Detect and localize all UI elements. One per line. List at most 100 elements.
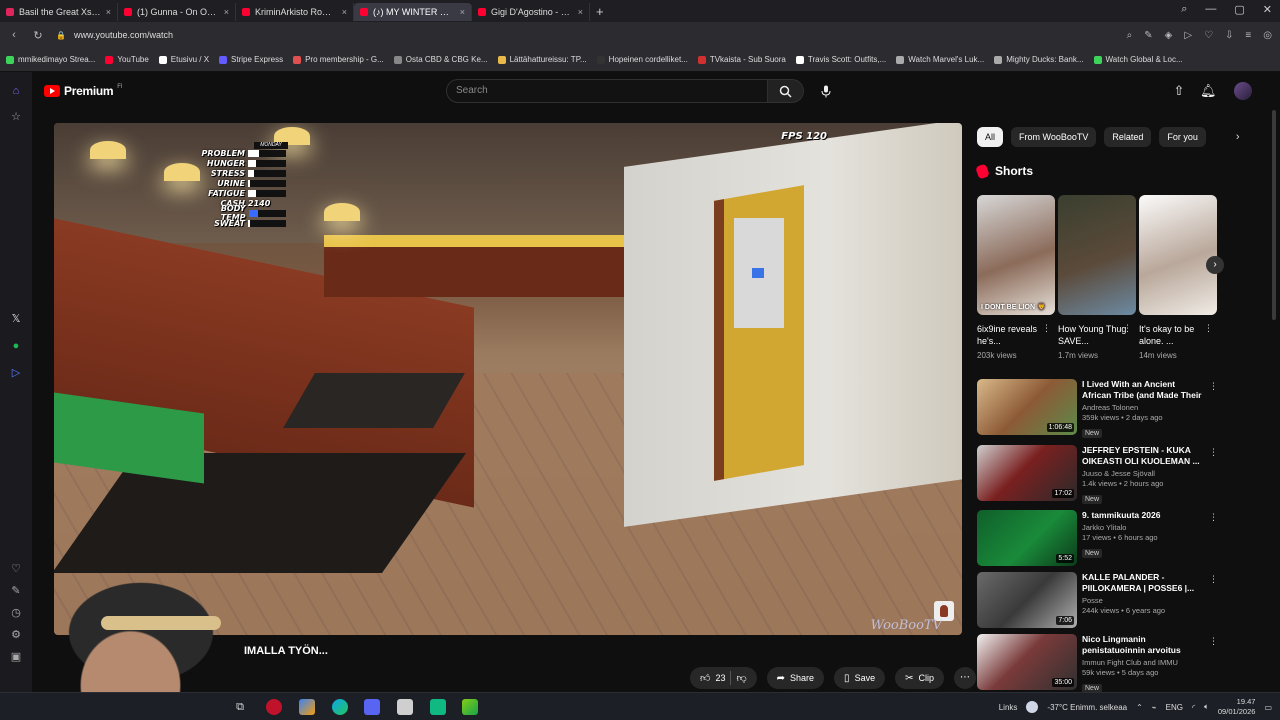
maximize-button[interactable]: ▢ [1234,3,1244,16]
filter-chip[interactable]: From WooBooTV [1011,127,1097,147]
notifications-bell-icon[interactable]: 🔔︎ [1200,83,1217,99]
network-icon[interactable]: ⌁ [1152,703,1157,712]
kebab-menu-icon[interactable]: ⋮ [1209,574,1218,585]
links-toolbar[interactable]: Links [999,703,1018,712]
kebab-menu-icon[interactable]: ⋮ [1209,636,1218,647]
video-card[interactable]: 17:02 JEFFREY EPSTEIN - KUKA OIKEASTI OLI… [977,445,1222,504]
video-title[interactable]: 9. tammikuuta 2026 [1082,510,1206,521]
extensions-icon[interactable]: ▣ [9,650,23,664]
channel-name[interactable]: Andreas Tolonen [1082,403,1206,412]
filter-chip[interactable]: For you [1159,127,1206,147]
short-thumbnail[interactable] [1139,195,1217,315]
video-title[interactable]: Nico Lingmanin penistatuoinnin arvoitus … [1082,634,1206,656]
shield-icon[interactable]: ◈ [1165,30,1173,41]
video-title[interactable]: I Lived With an Ancient African Tribe (a… [1082,379,1206,401]
heart-icon[interactable]: ♡ [1204,30,1213,41]
bookmark-item[interactable]: Mighty Ducks: Bank... [994,55,1084,64]
back-button[interactable]: ‹ [8,29,20,41]
dislike-icon[interactable]: 👎︎ [736,672,746,684]
short-item[interactable]: I DONT BE LION 🦁 6ix9ine reveals he's... 2… [977,195,1055,360]
like-icon[interactable]: 👍︎ [700,672,710,684]
video-thumbnail[interactable]: 1:06:48 [977,379,1077,435]
app-icon[interactable] [397,699,413,715]
channel-name[interactable]: Juuso & Jesse Sjövall [1082,469,1206,478]
channel-name[interactable]: Jarkko Ylitalo [1082,523,1206,532]
browser-tab[interactable]: KriminArkisto Romanien R × [236,3,354,21]
wifi-icon[interactable]: ◜ [1192,703,1195,712]
search-tabs-icon[interactable]: ⌕ [1181,3,1187,16]
edit-icon[interactable]: ✎ [1144,30,1152,41]
spotify-icon[interactable]: ● [9,339,23,353]
scrollbar[interactable] [1272,110,1276,320]
tab-close-icon[interactable]: × [106,7,111,17]
chevron-up-icon[interactable]: ⌃ [1136,703,1143,712]
video-card[interactable]: 1:06:48 I Lived With an Ancient African T… [977,379,1222,438]
voice-search-button[interactable] [814,80,838,102]
zoom-icon[interactable]: ⌕ [1127,30,1133,41]
media-icon[interactable]: ▷ [9,366,23,380]
shorts-next-button[interactable]: › [1206,256,1224,274]
kebab-menu-icon[interactable]: ⋮ [1042,323,1051,334]
video-card[interactable]: 35:00 Nico Lingmanin penistatuoinnin arvo… [977,634,1222,693]
bookmark-item[interactable]: Hopeinen cordelliket... [596,55,688,64]
kebab-menu-icon[interactable]: ⋮ [1209,447,1218,458]
chevron-right-icon[interactable]: › [1236,131,1240,143]
clip-button[interactable]: ✂ Clip [895,667,944,689]
filter-chip[interactable]: Related [1104,127,1152,147]
video-card[interactable]: 5:52 9. tammikuuta 2026 Jarkko Ylitalo 17 v… [977,510,1222,568]
bookmark-item[interactable]: Lättähattureissu: TP... [497,55,587,64]
youtube-logo[interactable]: Premium FI [44,84,123,98]
bookmark-item[interactable]: Osta CBD & CBG Ke... [393,55,488,64]
short-item[interactable]: How Young Thug SAVE... 1.7m views ⋮ [1058,195,1136,360]
play-store-icon[interactable] [462,699,478,715]
bookmark-item[interactable]: Etusivu / X [158,55,209,64]
tab-close-icon[interactable]: × [460,7,465,17]
profile-icon[interactable]: ◎ [1263,30,1272,41]
save-button[interactable]: ▯ Save [834,667,886,689]
video-thumbnail[interactable]: 7:06 [977,572,1077,628]
video-thumbnail[interactable]: 5:52 [977,510,1077,566]
avatar[interactable] [1234,82,1252,100]
clock[interactable]: 19.47 09/01/2026 [1218,697,1256,717]
kebab-menu-icon[interactable]: ⋮ [1209,381,1218,392]
minimize-button[interactable]: — [1205,3,1216,16]
kebab-menu-icon[interactable]: ⋮ [1209,512,1218,523]
browser-tab[interactable]: (♪) MY WINTER CAR - Au × [354,3,472,21]
lang-indicator[interactable]: ENG [1166,703,1183,712]
kebab-menu-icon[interactable]: ⋮ [1123,323,1132,334]
bookmark-item[interactable]: Travis Scott: Outfits,... [795,55,886,64]
browser-tab[interactable]: Gigi D'Agostino - L'Amou × [472,3,590,21]
opera-icon[interactable] [266,699,282,715]
tab-close-icon[interactable]: × [224,7,229,17]
weather-text[interactable]: -37°C Enimm. selkeaa [1047,703,1127,712]
reload-button[interactable]: ↻ [32,29,44,42]
video-thumbnail[interactable]: 17:02 [977,445,1077,501]
tab-close-icon[interactable]: × [578,7,583,17]
short-item[interactable]: It's okay to be alone. ... 14m views ⋮ [1139,195,1217,360]
short-thumbnail[interactable]: I DONT BE LION 🦁 [977,195,1055,315]
bookmark-item[interactable]: YouTube [105,55,149,64]
more-actions-button[interactable]: ⋯ [953,667,976,689]
edge-icon[interactable] [332,699,348,715]
x-icon[interactable]: 𝕏 [9,312,23,326]
bookmark-item[interactable]: Pro membership - G... [293,55,384,64]
notification-icon[interactable]: ▭ [1264,703,1272,712]
files-icon[interactable] [299,699,315,715]
search-button[interactable] [768,79,804,103]
favorites-icon[interactable]: ♡ [9,562,23,576]
note-icon[interactable]: ✎ [9,584,23,598]
video-card[interactable]: 7:06 KALLE PALANDER - PIILOKAMERA | POSSE… [977,572,1222,630]
volume-icon[interactable]: 🔈︎ [1204,702,1209,712]
like-count[interactable]: 23 [715,673,725,683]
pin-icon[interactable]: ☆ [9,110,23,124]
channel-name[interactable]: Immun Fight Club and IMMU [1082,658,1206,667]
upload-icon[interactable]: ⇧ [1171,83,1187,99]
bookmark-item[interactable]: TVkaista - Sub Suora [697,55,786,64]
filter-chip[interactable]: All [977,127,1004,147]
download-icon[interactable]: ⇩ [1225,30,1233,41]
close-window-button[interactable]: ✕ [1263,3,1272,16]
home-icon[interactable]: ⌂ [9,84,23,98]
discord-icon[interactable] [364,699,380,715]
settings-icon[interactable]: ⚙ [9,628,23,642]
search-input[interactable]: Search [446,79,768,103]
